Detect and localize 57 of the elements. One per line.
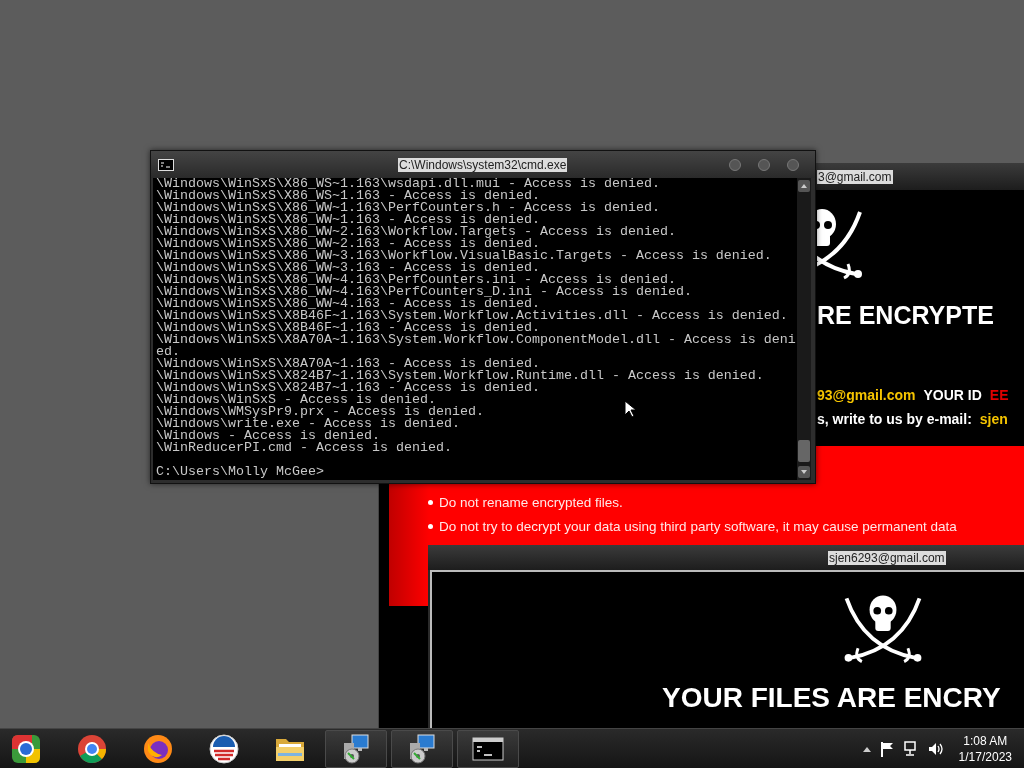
scroll-thumb[interactable] <box>798 440 810 462</box>
taskbar-button[interactable] <box>391 729 453 768</box>
console-line: ed. <box>156 346 180 358</box>
maximize-button[interactable] <box>758 158 770 171</box>
rule-text: Do not rename encrypted files. <box>439 494 623 510</box>
network-icon[interactable] <box>902 740 919 757</box>
window-title: C:\Windows\system32\cmd.exe <box>398 157 568 172</box>
taskbar-button[interactable] <box>457 729 519 768</box>
console-line: \Windows - Access is denied. <box>156 430 380 442</box>
console-line: \Windows\WinSxS\X86_WW~3.163 - Access is denied. <box>156 262 540 274</box>
scroll-down-icon <box>798 466 810 478</box>
bullet-icon <box>428 499 433 505</box>
console-line: \Windows\WinSxS\X824B7~1.163\System.Workflow.Runtime.dll - Access is denied. <box>156 370 764 382</box>
terminal-icon <box>158 158 174 171</box>
console-line: \Windows\WinSxS\X86_WW~4.163\PerfCounters_D.ini - Access is denied. <box>156 286 692 298</box>
console-line: \Windows\WinSxS\X86_WW~2.163 - Access is denied. <box>156 238 540 250</box>
rule-text: Do not try to decrypt your data using third party software, it may cause permanent data <box>439 518 957 534</box>
scrollbar[interactable] <box>797 178 811 480</box>
command-prompt[interactable]: C:\Users\Molly McGee> <box>156 466 324 478</box>
heading: RE ENCRYPTE <box>817 300 994 330</box>
id-label: YOUR ID <box>923 386 982 404</box>
console-line: \Windows\write.exe - Access is denied. <box>156 418 460 430</box>
caret-icon[interactable] <box>862 745 871 752</box>
bullet-icon <box>428 523 433 529</box>
instruction-text: s, write to us by e-mail: <box>817 410 972 428</box>
close-button[interactable] <box>787 158 799 171</box>
console-line: \Windows\WinSxS\X8B46F~1.163\System.Workflow.Activities.dll - Access is denied. <box>156 310 788 322</box>
console-line: \Windows\WinSxS\X86_WW~2.163\Workflow.Targets - Access is denied. <box>156 226 676 238</box>
console-line: \Windows\WinSxS\X86_WW~3.163\Workflow.VisualBasic.Targets - Access is denied. <box>156 250 772 262</box>
console-line: \WinReducerPI.cmd - Access is denied. <box>156 442 452 454</box>
console-line: \Windows\WinSxS\X86_WW~4.163 - Access is denied. <box>156 298 540 310</box>
flame-circle-icon <box>142 732 174 765</box>
console-line: \Windows\WinSxS\X8A70A~1.163\System.Workflow.ComponentModel.dll - Access is deni <box>156 334 796 346</box>
email-text: 93@gmail.com <box>817 386 916 404</box>
console-line: \Windows\WinSxS\X8A70A~1.163 - Access is denied. <box>156 358 540 370</box>
ring-icon <box>76 732 108 765</box>
minimize-button[interactable] <box>729 158 741 171</box>
console-line: \Windows\WinSxS\X86_WW~4.163\PerfCounters.ini - Access is denied. <box>156 274 676 286</box>
console-line: \Windows\WinSxS\X86_WS~1.163\wsdapi.dll.mui - Access is denied. <box>156 178 660 190</box>
console-line: \Windows\WinSxS\X824B7~1.163 - Access is denied. <box>156 382 540 394</box>
flag-icon[interactable] <box>879 740 894 757</box>
console-line: \Windows\WinSxS\X86_WS~1.163 - Access is denied. <box>156 190 540 202</box>
heading: YOUR FILES ARE ENCRY <box>662 682 1002 714</box>
striped-circle-icon <box>208 732 240 765</box>
console-line: \Windows\WinSxS - Access is denied. <box>156 394 436 406</box>
console-line: \Windows\WinSxS\X86_WW~1.163 - Access is denied. <box>156 214 540 226</box>
window-title: 3@gmail.com <box>817 169 893 184</box>
email-text: sjen <box>979 410 1008 428</box>
clock[interactable]: 1:08 AM 1/17/2023 <box>958 732 1012 765</box>
console-line: \Windows\WinSxS\X8B46F~1.163 - Access is denied. <box>156 322 540 334</box>
console-line: \Windows\WinSxS\X86_WW~1.163\PerfCounters.h - Access is denied. <box>156 202 660 214</box>
console-line: \Windows\WMSysPr9.prx - Access is denied. <box>156 406 484 418</box>
scroll-up-icon <box>798 180 810 192</box>
window-title: sjen6293@gmail.com <box>828 550 946 565</box>
taskbar-button[interactable] <box>325 729 387 768</box>
id-value: EE <box>989 386 1009 404</box>
pointer-icon <box>624 400 636 418</box>
